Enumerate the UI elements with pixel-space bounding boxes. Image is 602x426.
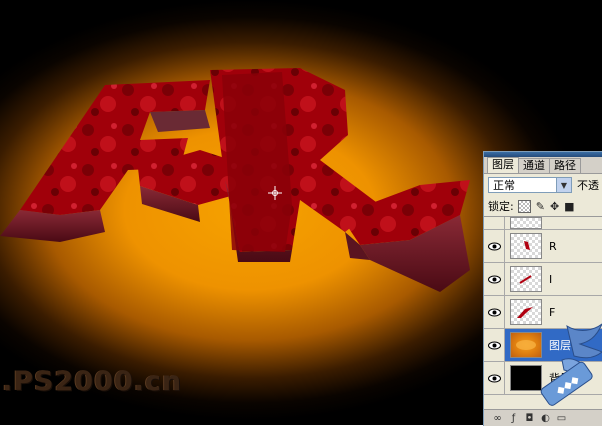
visibility-eye-icon[interactable] [484,329,505,361]
tab-channels[interactable]: 通道 [518,158,550,173]
lock-all-icon[interactable]: ■ [564,200,574,213]
lock-paint-icon[interactable]: ✎ [536,200,545,213]
visibility-eye-icon[interactable] [484,296,505,328]
layer-row[interactable]: F [484,217,602,230]
layer-style-icon[interactable]: ƒ [508,413,519,424]
blend-mode-select[interactable]: 正常 ▼ [488,177,572,193]
layer-thumbnail [510,217,542,229]
visibility-eye-icon[interactable] [484,263,505,295]
blend-mode-value: 正常 [493,179,515,192]
visibility-eye-icon[interactable] [484,362,505,394]
lock-row: 锁定: ✎ ✥ ■ [484,196,602,217]
lock-transparency-icon[interactable] [517,199,531,213]
tab-paths-label: 路径 [554,159,576,172]
tab-layers[interactable]: 图层 [487,157,519,173]
lock-move-icon[interactable]: ✥ [550,200,559,213]
tab-channels-label: 通道 [523,159,545,172]
tab-paths[interactable]: 路径 [549,158,581,173]
blend-row: 正常 ▼ 不透 [484,174,602,196]
crosshair-cursor-icon [268,186,282,200]
panel-tabs: 图层 通道 路径 [484,157,602,174]
layer-row[interactable]: I [484,263,602,296]
lock-label: 锁定: [488,200,514,213]
visibility-eye-icon[interactable] [484,217,505,229]
tab-layers-label: 图层 [492,158,514,171]
opacity-label: 不透 [577,179,599,192]
layer-name: I [549,272,553,286]
watermark-text: .PS2000.cn [2,366,183,397]
layer-row[interactable]: R [484,230,602,263]
chevron-down-icon[interactable]: ▼ [556,178,571,192]
layer-thumbnail [510,266,542,292]
layer-thumbnail [510,233,542,259]
site-logo-icon: ◆◆◆ [540,323,602,406]
link-layers-icon[interactable]: ∞ [492,413,503,424]
layer-name: R [549,239,557,253]
visibility-eye-icon[interactable] [484,230,505,262]
